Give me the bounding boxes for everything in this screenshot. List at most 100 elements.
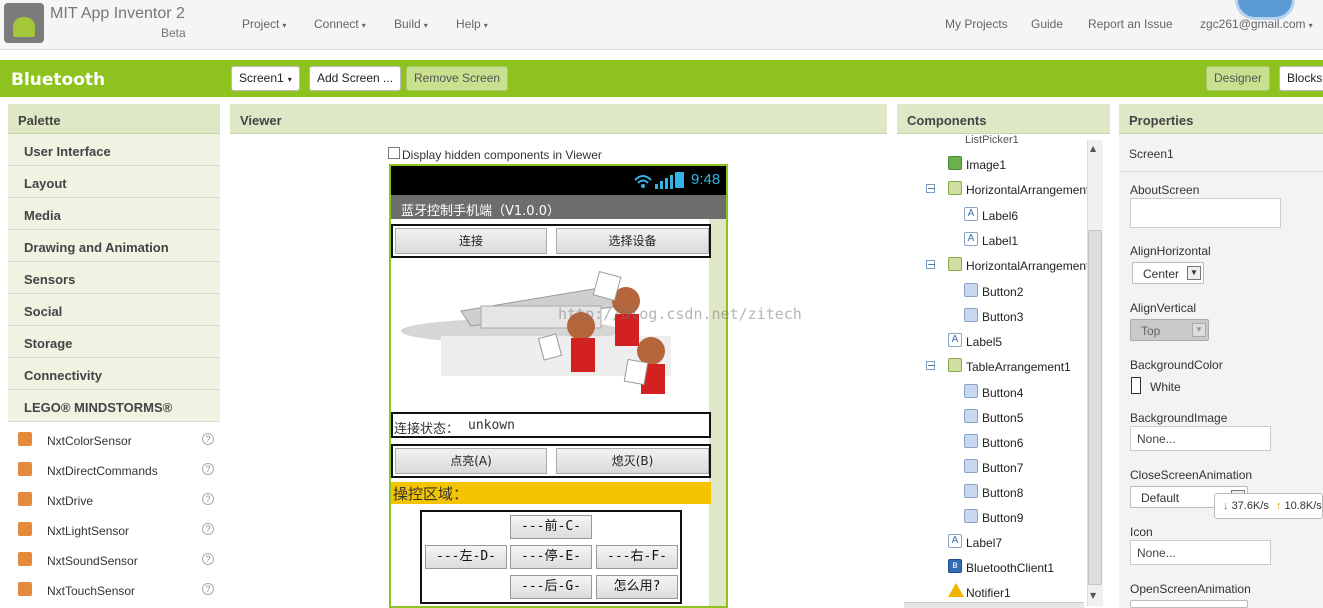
app-title: MIT App Inventor 2 (50, 5, 185, 22)
tree-item-bluetooth-client1[interactable]: ʙ BluetoothClient1 (948, 559, 1054, 575)
icon-input[interactable]: None... (1130, 540, 1271, 565)
palette-category-social[interactable]: Social (8, 294, 220, 326)
horizontal-scrollbar[interactable] (904, 602, 1084, 608)
background-image-input[interactable]: None... (1130, 426, 1271, 451)
tree-item-notifier1[interactable]: Notifier1 (948, 583, 1011, 600)
palette-item[interactable]: NxtSoundSensor? (8, 546, 220, 576)
palette-category-layout[interactable]: Layout (8, 166, 220, 198)
chevron-down-icon: ▾ (282, 21, 287, 30)
color-swatch-icon[interactable] (1131, 377, 1141, 394)
lego-sensor-icon (18, 522, 32, 536)
palette-category-media[interactable]: Media (8, 198, 220, 230)
palette-item[interactable]: NxtLightSensor? (8, 516, 220, 546)
palette-category-lego[interactable]: LEGO® MINDSTORMS® (8, 390, 220, 422)
back-button[interactable]: ---后-G- (510, 575, 592, 599)
help-icon[interactable]: ? (202, 523, 214, 535)
open-screen-animation-dropdown[interactable] (1130, 600, 1248, 608)
my-projects-link[interactable]: My Projects (945, 17, 1008, 31)
guide-link[interactable]: Guide (1031, 17, 1063, 31)
help-icon[interactable]: ? (202, 583, 214, 595)
designer-button[interactable]: Designer (1206, 66, 1271, 91)
palette-category-sensors[interactable]: Sensors (8, 262, 220, 294)
build-menu[interactable]: Build ▾ (394, 17, 428, 31)
components-header: Components (897, 104, 1110, 134)
tree-item-button6[interactable]: Button6 (964, 434, 1023, 450)
collapse-icon[interactable]: − (926, 183, 936, 194)
how-to-use-button[interactable]: 怎么用? (596, 575, 678, 599)
app-inventor-logo-icon[interactable] (4, 3, 44, 43)
status-label: 连接状态： (394, 422, 460, 437)
palette-category-connectivity[interactable]: Connectivity (8, 358, 220, 390)
help-icon[interactable]: ? (202, 553, 214, 565)
display-hidden-checkbox[interactable] (388, 147, 400, 159)
help-icon[interactable]: ? (202, 463, 214, 475)
viewer-header: Viewer (230, 104, 887, 134)
tree-item-button8[interactable]: Button8 (964, 484, 1023, 500)
left-button[interactable]: ---左-D- (425, 545, 507, 569)
add-screen-button[interactable]: Add Screen ... (309, 66, 402, 91)
control-area-label: 操控区域： (391, 482, 711, 504)
project-name: Bluetooth (11, 70, 106, 90)
remove-screen-button[interactable]: Remove Screen (406, 66, 509, 91)
tree-item-button4[interactable]: Button4 (964, 384, 1023, 400)
phone-preview: 9:48 蓝牙控制手机端（V1.0.0） 连接 选择设备 连接状态： unkow… (389, 164, 728, 608)
palette-item[interactable]: NxtDrive? (8, 486, 220, 516)
forward-button[interactable]: ---前-C- (510, 515, 592, 539)
download-arrow-icon: ↓ (1223, 500, 1229, 512)
scroll-down-icon[interactable]: ▼ (1090, 591, 1096, 600)
connect-menu[interactable]: Connect ▾ (314, 17, 366, 31)
project-menu[interactable]: Project ▾ (242, 17, 286, 31)
palette-item[interactable]: NxtTouchSensor? (8, 576, 220, 606)
select-device-button[interactable]: 选择设备 (556, 228, 709, 254)
align-horizontal-dropdown[interactable]: Center ▼ (1132, 262, 1204, 284)
help-icon[interactable]: ? (202, 433, 214, 445)
help-icon[interactable]: ? (202, 493, 214, 505)
tree-item-button3[interactable]: Button3 (964, 308, 1023, 324)
screen-selector[interactable]: Screen1 ▾ (231, 66, 300, 91)
collapse-icon[interactable]: − (926, 259, 936, 270)
tree-item-horizontal-arrangement1[interactable]: HorizontalArrangement1 (948, 181, 1096, 197)
palette-item[interactable]: NxtDirectCommands? (8, 456, 220, 486)
components-scroll-thumb[interactable] (1088, 230, 1102, 585)
collapse-icon[interactable]: − (926, 360, 936, 371)
label-icon: A (964, 207, 978, 221)
tree-item-button5[interactable]: Button5 (964, 409, 1023, 425)
tree-item-label5[interactable]: A Label5 (948, 333, 1002, 349)
tree-item[interactable]: ListPicker1 (965, 134, 1019, 144)
palette-category-drawing[interactable]: Drawing and Animation (8, 230, 220, 262)
help-menu[interactable]: Help ▾ (456, 17, 488, 31)
light-off-button[interactable]: 熄灭(B) (556, 448, 709, 474)
scroll-up-icon[interactable]: ▲ (1090, 144, 1096, 153)
display-hidden-label: Display hidden components in Viewer (402, 148, 602, 162)
palette-category-user-interface[interactable]: User Interface (8, 134, 220, 166)
tree-item-label7[interactable]: A Label7 (948, 534, 1002, 550)
tree-item-horizontal-arrangement2[interactable]: HorizontalArrangement2 (948, 257, 1096, 273)
palette-item[interactable]: NxtColorSensor? (8, 426, 220, 456)
stop-button[interactable]: ---停-E- (510, 545, 592, 569)
align-horizontal-label: AlignHorizontal (1130, 244, 1211, 258)
tree-item-table-arrangement1[interactable]: TableArrangement1 (948, 358, 1071, 374)
palette-category-storage[interactable]: Storage (8, 326, 220, 358)
button-icon (964, 308, 978, 322)
status-value: unkown (468, 418, 515, 433)
blocks-button[interactable]: Blocks (1279, 66, 1323, 91)
align-vertical-dropdown[interactable]: Top ▼ (1130, 319, 1209, 341)
about-screen-input[interactable] (1130, 198, 1281, 228)
tree-item-button7[interactable]: Button7 (964, 459, 1023, 475)
upload-speed: 10.8K/s (1284, 500, 1322, 512)
right-button[interactable]: ---右-F- (596, 545, 678, 569)
tree-item-image1[interactable]: Image1 (948, 156, 1006, 172)
tree-item-label6[interactable]: A Label6 (964, 207, 1018, 223)
light-on-button[interactable]: 点亮(A) (395, 448, 547, 474)
phone-scrollbar[interactable] (709, 219, 726, 606)
report-issue-link[interactable]: Report an Issue (1088, 17, 1173, 31)
tree-item-button9[interactable]: Button9 (964, 509, 1023, 525)
background-color-value[interactable]: White (1150, 380, 1181, 394)
label-icon: A (948, 534, 962, 548)
tree-item-label1[interactable]: A Label1 (964, 232, 1018, 248)
arrangement-icon (948, 181, 962, 195)
download-speed: 37.6K/s (1231, 500, 1269, 512)
connect-button[interactable]: 连接 (395, 228, 547, 254)
tree-item-button2[interactable]: Button2 (964, 283, 1023, 299)
button-icon (964, 459, 978, 473)
